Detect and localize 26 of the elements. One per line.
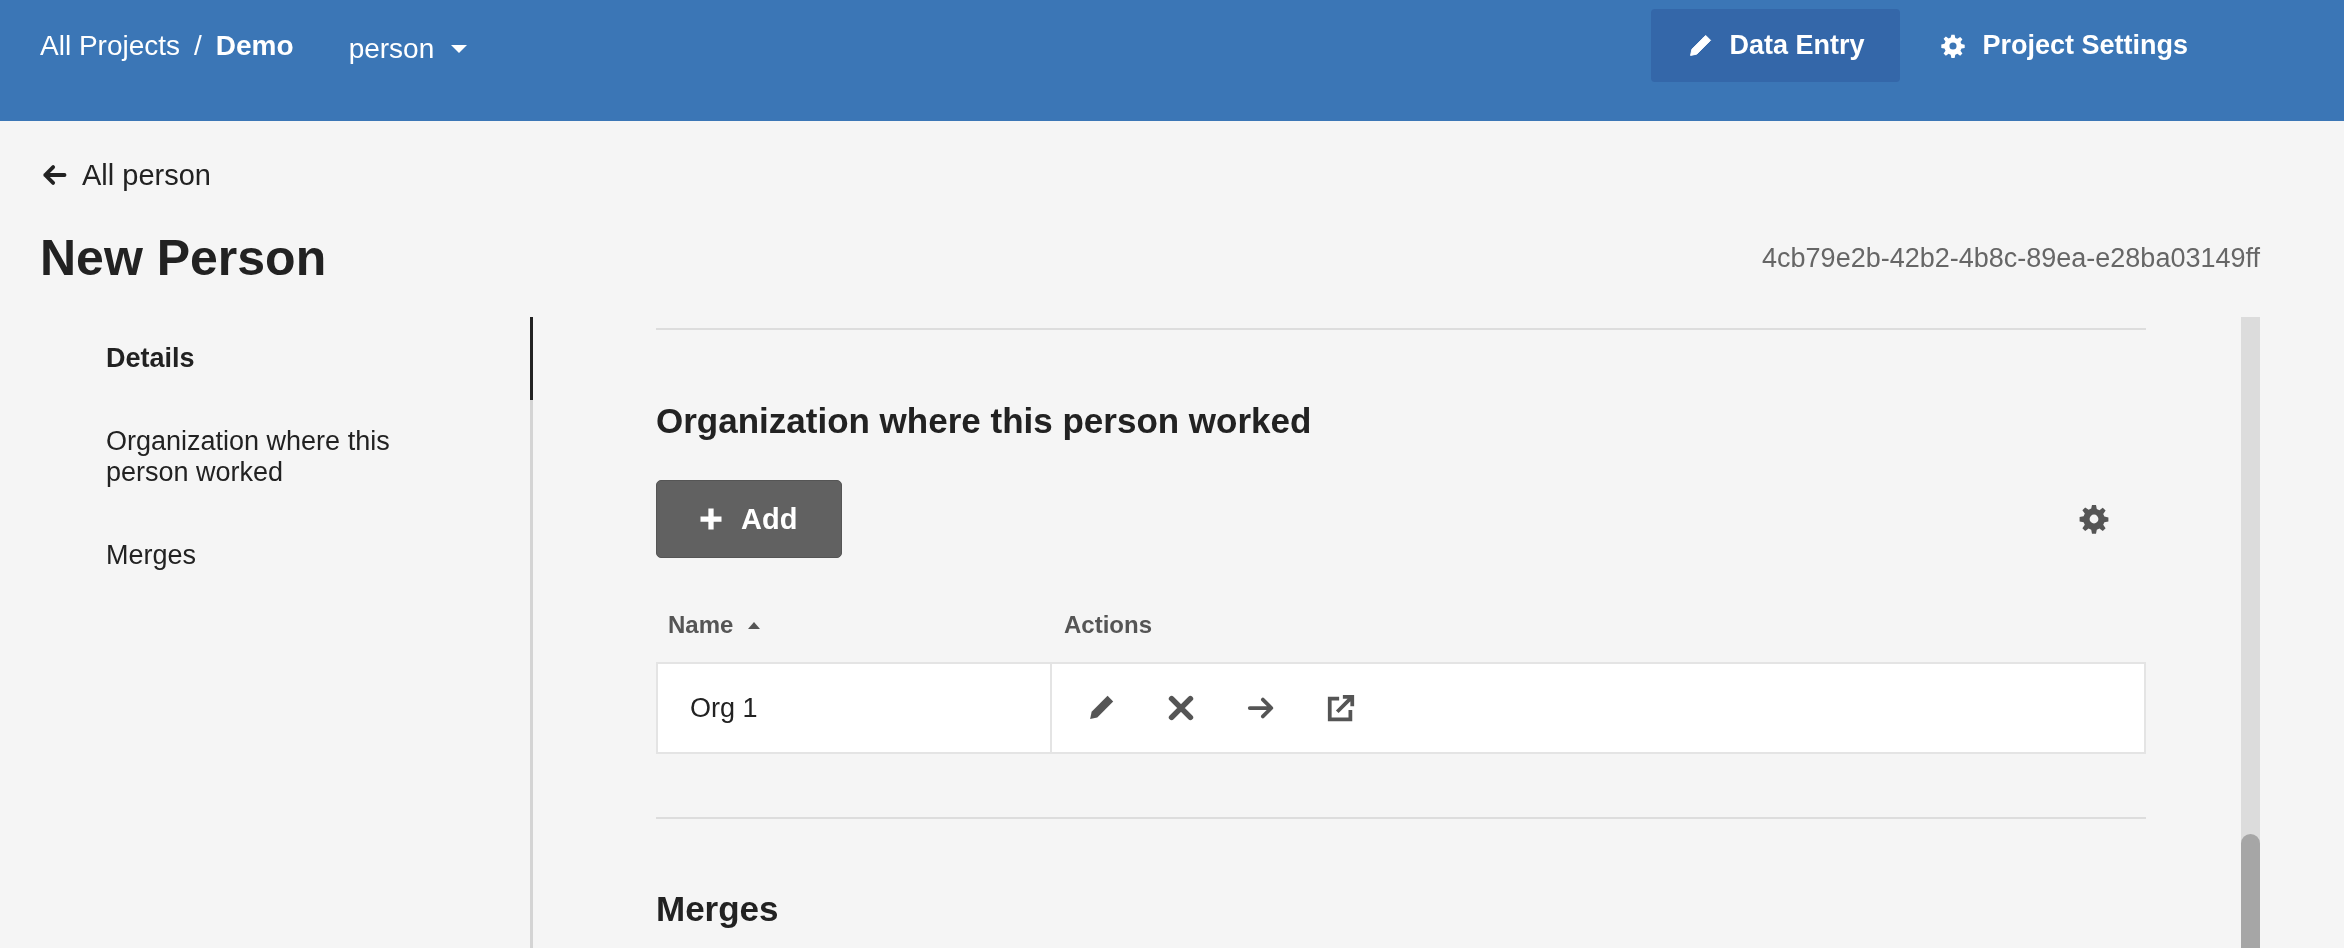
column-header[interactable]: Name xyxy=(656,611,1052,639)
add-button[interactable]: Add xyxy=(656,480,843,558)
breadcrumb-link[interactable]: All Projects xyxy=(40,29,181,62)
caret-icon xyxy=(450,44,469,54)
pencil-icon xyxy=(1687,32,1714,59)
table-cell: Org 1 xyxy=(658,664,1052,752)
entity-dropdown[interactable]: person xyxy=(348,27,469,71)
settings-icon xyxy=(2078,503,2110,535)
sidebar-item[interactable]: Organization where this person worked xyxy=(106,400,479,514)
page-title: New Person xyxy=(40,229,327,287)
breadcrumb-link[interactable]: Demo xyxy=(215,29,294,62)
nav-tab[interactable]: Project Settings xyxy=(1904,9,2224,82)
scrollbar[interactable] xyxy=(2241,317,2260,948)
column-header[interactable]: Actions xyxy=(1052,611,1152,639)
breadcrumb-separator: / xyxy=(194,29,202,62)
section-heading: Merges xyxy=(656,888,780,930)
section-heading: Organization where this person worked xyxy=(656,400,1313,442)
record-id: 4cb79e2b-42b2-4b8c-89ea-e28ba03149ff xyxy=(1762,242,2260,274)
nav-tab[interactable]: Data Entry xyxy=(1651,9,1901,82)
back-link[interactable]: All person xyxy=(40,158,211,192)
settings-icon xyxy=(1940,32,1967,59)
sidebar-item[interactable]: Details xyxy=(106,317,533,400)
sidebar-item[interactable]: Merges xyxy=(106,514,479,597)
delete-icon[interactable] xyxy=(1166,693,1196,723)
external-link-icon[interactable] xyxy=(1326,693,1356,723)
plus-icon xyxy=(699,507,723,531)
